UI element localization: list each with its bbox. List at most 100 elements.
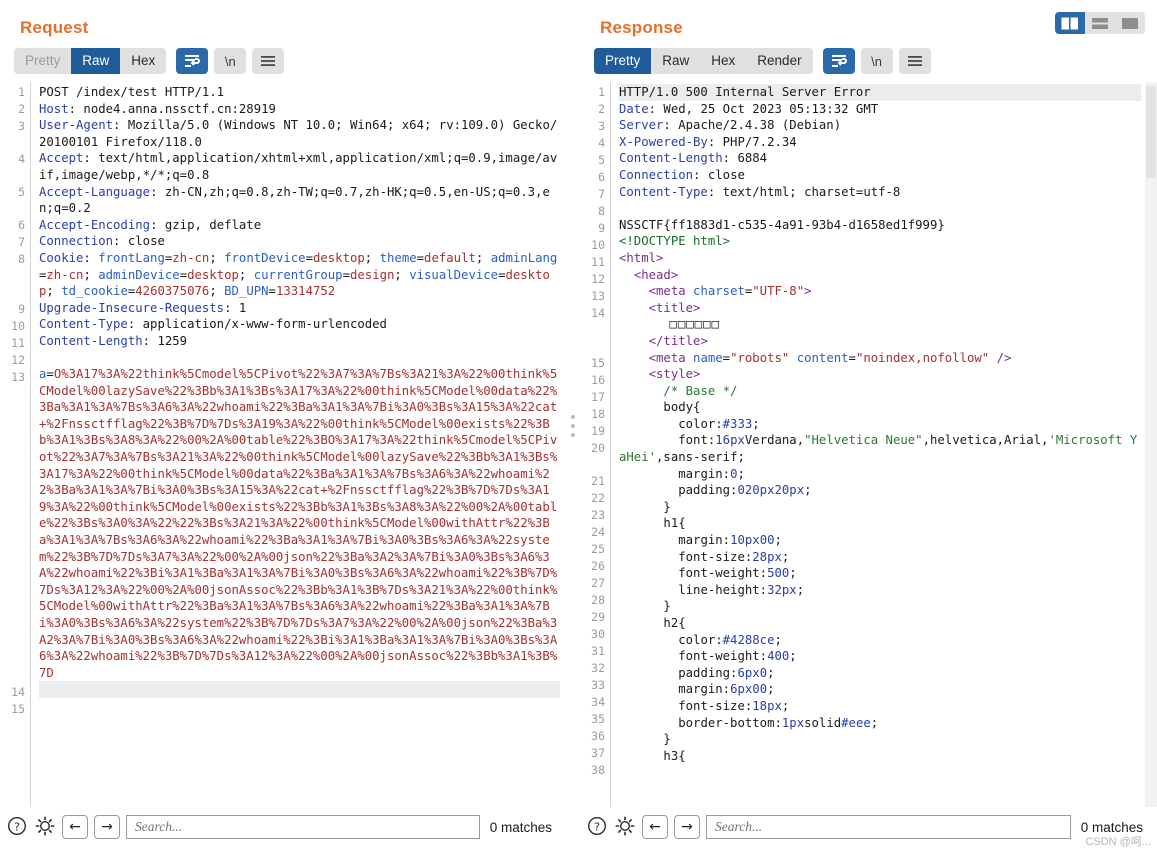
request-line[interactable]: Content-Type: application/x-www-form-url… xyxy=(39,316,560,333)
request-line[interactable]: User-Agent: Mozilla/5.0 (Windows NT 10.0… xyxy=(39,117,560,150)
response-token: ; xyxy=(737,466,745,481)
panel-splitter[interactable] xyxy=(566,0,580,851)
response-line[interactable]: padding:6px0; xyxy=(619,665,1141,682)
response-line[interactable]: <head> xyxy=(619,267,1141,284)
request-line[interactable]: Cookie: frontLang=zh-cn; frontDevice=des… xyxy=(39,250,560,300)
response-line[interactable]: h1{ xyxy=(619,515,1141,532)
word-wrap-icon[interactable] xyxy=(176,48,209,74)
request-token: = xyxy=(268,284,276,299)
response-token: <meta xyxy=(648,284,694,299)
menu-icon[interactable] xyxy=(252,48,285,74)
request-line[interactable]: Accept-Encoding: gzip, deflate xyxy=(39,217,560,234)
response-line[interactable]: body{ xyxy=(619,399,1141,416)
request-line[interactable] xyxy=(39,698,560,715)
request-line-number: 13 xyxy=(11,370,25,384)
response-line[interactable]: line-height:32px; xyxy=(619,582,1141,599)
request-line-number: 2 xyxy=(18,102,25,116)
response-tab-hex[interactable]: Hex xyxy=(700,48,746,74)
request-line[interactable]: a=O%3A17%3A%22think%5Cmodel%5CPivot%22%3… xyxy=(39,366,560,681)
response-line[interactable]: margin:0; xyxy=(619,466,1141,483)
response-line[interactable]: } xyxy=(619,499,1141,516)
response-line[interactable]: <!DOCTYPE html> xyxy=(619,233,1141,250)
layout-stacked-icon[interactable] xyxy=(1085,12,1115,34)
response-line[interactable]: color:#4288ce; xyxy=(619,632,1141,649)
search-input[interactable] xyxy=(706,815,1071,839)
response-token: line-height: xyxy=(619,582,768,597)
response-line[interactable]: font-size:28px; xyxy=(619,549,1141,566)
newline-icon[interactable]: \n xyxy=(860,48,893,74)
search-input[interactable] xyxy=(126,815,480,839)
request-tab-pretty[interactable]: Pretty xyxy=(14,48,71,74)
response-line[interactable]: NSSCTF{ff1883d1-c535-4a91-93b4-d1658ed1f… xyxy=(619,217,1141,234)
response-line[interactable]: <meta charset="UTF-8"> xyxy=(619,283,1141,300)
response-token: <title> xyxy=(648,300,701,315)
response-line[interactable]: <meta name="robots" content="noindex,nof… xyxy=(619,350,1141,367)
response-line[interactable]: } xyxy=(619,598,1141,615)
request-message-body[interactable]: POST /index/test HTTP/1.1 Host: node4.ann… xyxy=(30,82,566,807)
response-tab-raw[interactable]: Raw xyxy=(651,48,700,74)
response-line[interactable]: margin:10px00; xyxy=(619,532,1141,549)
response-line[interactable]: Content-Length: 6884 xyxy=(619,150,1141,167)
menu-icon[interactable] xyxy=(898,48,931,74)
layout-side-by-side-icon[interactable] xyxy=(1055,12,1085,34)
request-line[interactable]: Accept: text/html,application/xhtml+xml,… xyxy=(39,150,560,183)
request-line[interactable] xyxy=(39,681,560,698)
request-token: frontDevice xyxy=(224,250,306,265)
response-line[interactable]: <style> xyxy=(619,366,1141,383)
request-token: ; xyxy=(364,250,380,265)
response-line[interactable]: h2{ xyxy=(619,615,1141,632)
response-line-number: 38 xyxy=(591,763,605,777)
request-tab-hex[interactable]: Hex xyxy=(120,48,166,74)
help-icon[interactable]: ? xyxy=(586,816,608,838)
response-code-area[interactable]: 1 2 3 4 5 6 7 8 9 10 11 12 13 14 15 16 17 18 19 20 21 22 23 24 2… xyxy=(580,82,1157,807)
response-line[interactable]: <title> □□□□□□ </title> xyxy=(619,300,1141,350)
response-message-body[interactable]: HTTP/1.0 500 Internal Server Error Date: … xyxy=(610,82,1157,807)
request-line[interactable]: Accept-Language: zh-CN,zh;q=0.8,zh-TW;q=… xyxy=(39,184,560,217)
response-tab-pretty[interactable]: Pretty xyxy=(594,48,652,74)
request-code-area[interactable]: 1 2 3 4 5 6 7 8 9 10 11 12 13 14 15 POST /index/test H… xyxy=(0,82,566,807)
response-line[interactable]: Connection: close xyxy=(619,167,1141,184)
response-line[interactable]: h3{ xyxy=(619,748,1141,765)
response-line[interactable]: padding:020px20px; xyxy=(619,482,1141,499)
request-line[interactable] xyxy=(39,350,560,367)
response-line[interactable]: margin:6px00; xyxy=(619,681,1141,698)
response-line[interactable]: font:16pxVerdana,"Helvetica Neue",helvet… xyxy=(619,432,1141,465)
scrollbar-thumb[interactable] xyxy=(1146,86,1156,178)
response-line[interactable]: font-weight:500; xyxy=(619,565,1141,582)
settings-gear-icon[interactable] xyxy=(34,816,56,838)
request-line[interactable]: Upgrade-Insecure-Requests: 1 xyxy=(39,300,560,317)
response-line[interactable] xyxy=(619,200,1141,217)
response-line[interactable]: Content-Type: text/html; charset=utf-8 xyxy=(619,184,1141,201)
response-line[interactable]: border-bottom:1pxsolid#eee; xyxy=(619,715,1141,732)
response-line[interactable]: X-Powered-By: PHP/7.2.34 xyxy=(619,134,1141,151)
response-token: 0 xyxy=(752,682,760,697)
request-line[interactable]: Content-Length: 1259 xyxy=(39,333,560,350)
response-line[interactable]: } xyxy=(619,731,1141,748)
request-line[interactable]: POST /index/test HTTP/1.1 xyxy=(39,84,560,101)
find-previous-icon[interactable]: ← xyxy=(62,815,88,839)
response-token: : PHP/7.2.34 xyxy=(707,134,797,149)
help-icon[interactable]: ? xyxy=(6,816,28,838)
find-previous-icon[interactable]: ← xyxy=(642,815,668,839)
request-token: User-Agent xyxy=(39,118,114,133)
newline-icon[interactable]: \n xyxy=(214,48,247,74)
response-line[interactable]: Date: Wed, 25 Oct 2023 05:13:32 GMT xyxy=(619,101,1141,118)
request-line[interactable]: Host: node4.anna.nssctf.cn:28919 xyxy=(39,101,560,118)
response-scrollbar[interactable] xyxy=(1145,82,1157,807)
settings-gear-icon[interactable] xyxy=(614,816,636,838)
response-tab-render[interactable]: Render xyxy=(746,48,812,74)
request-token: ; xyxy=(475,250,491,265)
response-line[interactable]: /* Base */ xyxy=(619,383,1141,400)
request-line[interactable]: Connection: close xyxy=(39,233,560,250)
find-next-icon[interactable]: → xyxy=(674,815,700,839)
response-line[interactable]: HTTP/1.0 500 Internal Server Error xyxy=(619,84,1141,101)
response-line[interactable]: font-size:18px; xyxy=(619,698,1141,715)
response-line[interactable]: Server: Apache/2.4.38 (Debian) xyxy=(619,117,1141,134)
find-next-icon[interactable]: → xyxy=(94,815,120,839)
word-wrap-icon[interactable] xyxy=(822,48,855,74)
layout-single-icon[interactable] xyxy=(1115,12,1145,34)
response-line[interactable]: font-weight:400; xyxy=(619,648,1141,665)
request-tab-raw[interactable]: Raw xyxy=(71,48,121,74)
response-line[interactable]: <html> xyxy=(619,250,1141,267)
response-line[interactable]: color:#333; xyxy=(619,416,1141,433)
